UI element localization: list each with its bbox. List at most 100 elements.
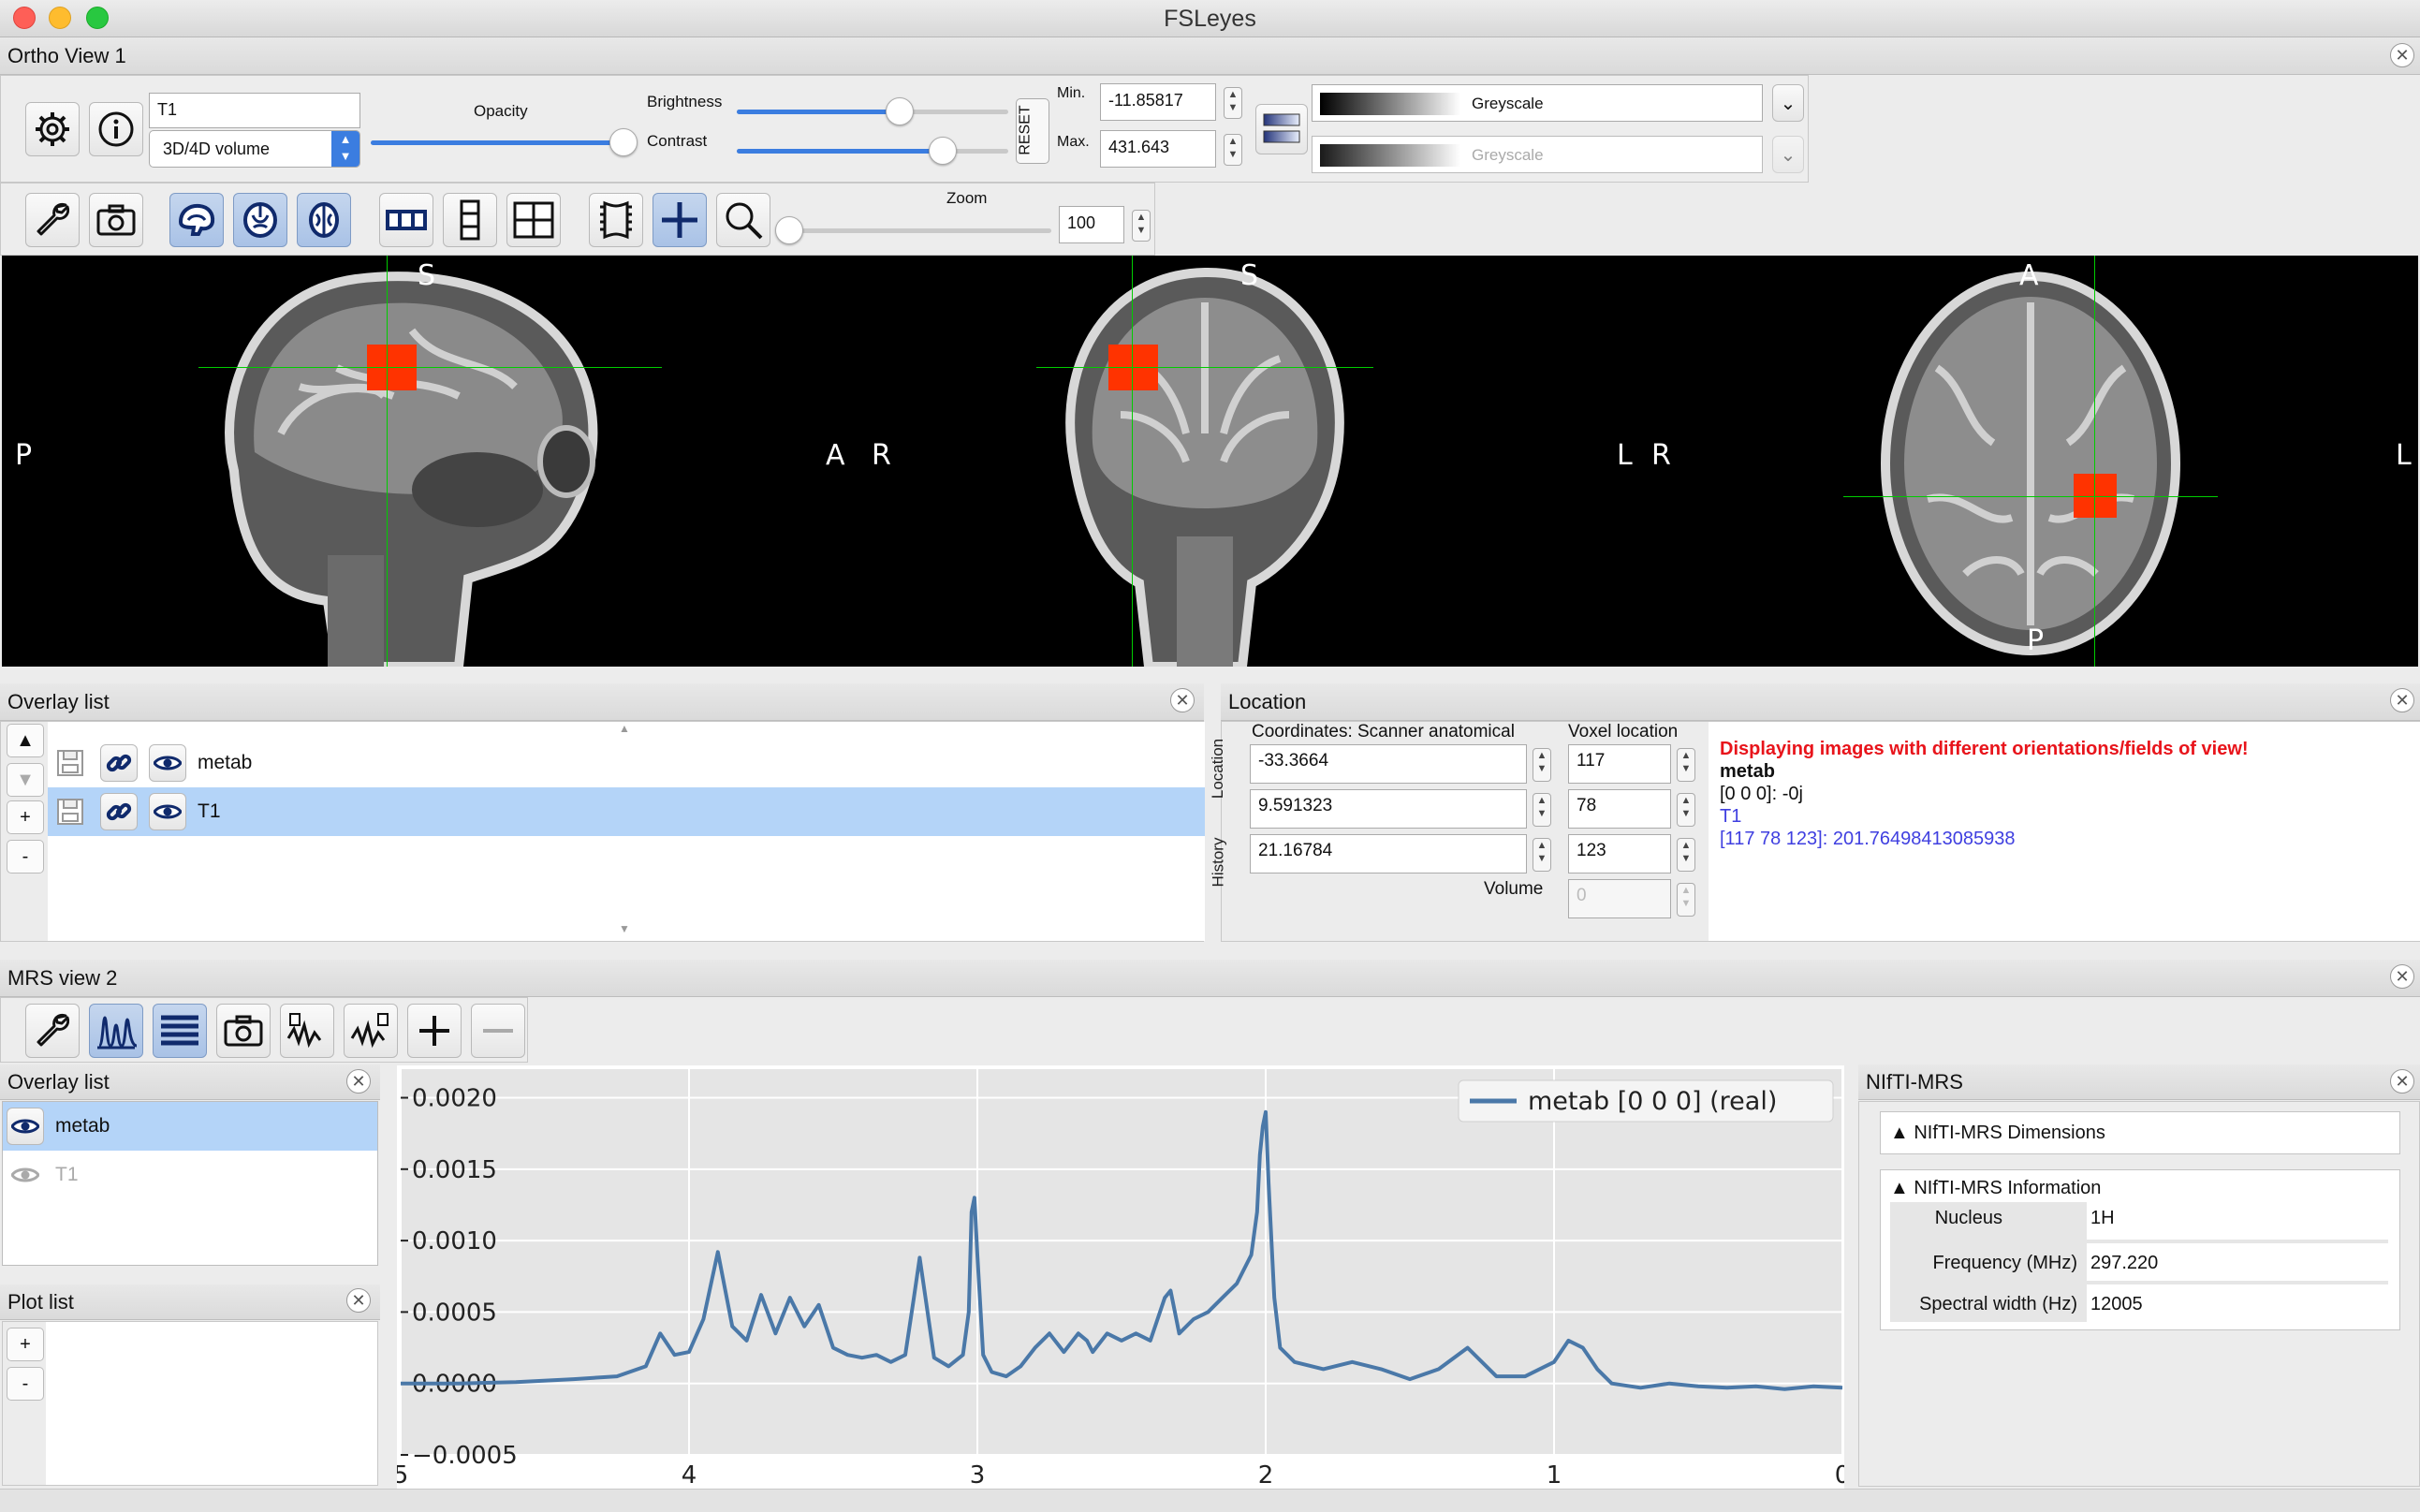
screenshot-button[interactable] [89, 193, 143, 247]
link-icon[interactable] [100, 744, 138, 782]
toggle-axial-button[interactable] [297, 193, 351, 247]
close-mrs-overlay-list-icon[interactable]: ✕ [346, 1069, 371, 1094]
plot-settings-button[interactable] [25, 1004, 80, 1058]
view-settings-button[interactable] [25, 193, 80, 247]
remove-plot-button[interactable] [471, 1004, 525, 1058]
plot-control-button[interactable] [89, 1004, 143, 1058]
display-settings-button[interactable] [25, 102, 80, 156]
grid-layout-button[interactable] [506, 193, 561, 247]
colourmap-dropdown-button[interactable]: ⌄ [1772, 84, 1804, 122]
voxel-x-stepper[interactable]: ▲ ▼ [1677, 748, 1695, 782]
brightness-slider-knob[interactable] [886, 97, 914, 125]
close-location-panel-icon[interactable]: ✕ [2390, 688, 2414, 712]
y-tick-label: 0.0020 [412, 1085, 497, 1113]
ortho-canvas[interactable]: S P A S R L A R L P [2, 256, 2418, 667]
add-plot-button[interactable] [407, 1004, 462, 1058]
plot-list-toggle-button[interactable] [153, 1004, 207, 1058]
contrast-slider-knob[interactable] [929, 137, 958, 165]
max-value-field[interactable]: 431.643 [1100, 130, 1216, 168]
zoom-stepper[interactable]: ▲ ▼ [1132, 210, 1151, 242]
coord-y-stepper[interactable]: ▲ ▼ [1533, 793, 1551, 827]
voxel-z-stepper[interactable]: ▲ ▼ [1677, 838, 1695, 872]
voxel-x-field[interactable]: 117 [1568, 744, 1671, 784]
coord-z-field[interactable]: 21.16784 [1250, 834, 1527, 873]
add-overlay-button[interactable]: + [7, 800, 44, 834]
reset-button[interactable]: RESET [1016, 98, 1049, 164]
vertical-layout-button[interactable] [443, 193, 497, 247]
plot-screenshot-button[interactable] [216, 1004, 271, 1058]
move-up-button[interactable]: ▲ [7, 724, 44, 757]
import-data-button[interactable] [344, 1004, 398, 1058]
coord-x-field[interactable]: -33.3664 [1250, 744, 1527, 784]
link-icon[interactable] [100, 793, 138, 830]
spectrum-plot[interactable]: 5 4 3 2 1 00.00200.00150.00100.00050.0000−0.0… [397, 1065, 1844, 1489]
export-data-button[interactable] [280, 1004, 334, 1058]
opacity-slider[interactable] [371, 128, 638, 156]
nifti-dimensions-header[interactable]: ▲ NIfTI-MRS Dimensions [1890, 1123, 2105, 1144]
colourmap-toggle-button[interactable] [1255, 104, 1308, 154]
coord-x-stepper[interactable]: ▲ ▼ [1533, 748, 1551, 782]
coord-y-field[interactable]: 9.591323 [1250, 789, 1527, 829]
volume-stepper[interactable]: ▲ ▼ [1677, 883, 1695, 917]
zoom-pan-button[interactable] [716, 193, 770, 247]
visibility-eye-off-icon[interactable] [7, 1156, 44, 1194]
close-nifti-mrs-panel-icon[interactable]: ✕ [2390, 1069, 2414, 1094]
list-item[interactable]: metab [48, 739, 1205, 787]
movie-mode-button[interactable] [589, 193, 643, 247]
visibility-eye-icon[interactable] [149, 793, 186, 830]
visibility-eye-icon[interactable] [149, 744, 186, 782]
close-plot-list-icon[interactable]: ✕ [346, 1288, 371, 1313]
table-row: Frequency (MHz) 297.220 [1890, 1243, 2388, 1281]
colourmap-select[interactable]: Greyscale [1312, 84, 1763, 122]
scroll-down-icon[interactable]: ▼ [619, 922, 630, 935]
brightness-slider[interactable] [737, 97, 1008, 125]
list-item[interactable]: T1 [48, 787, 1205, 836]
zoom-slider-knob[interactable] [775, 216, 803, 244]
max-stepper[interactable]: ▲ ▼ [1224, 134, 1242, 166]
axial-view[interactable]: A R L P [1598, 256, 2418, 667]
list-item[interactable]: T1 [3, 1151, 377, 1199]
toggle-coronal-button[interactable] [233, 193, 287, 247]
close-ortho-panel-icon[interactable]: ✕ [2390, 43, 2414, 67]
coronal-view[interactable]: S R L [849, 256, 1633, 667]
close-mrs-panel-icon[interactable]: ✕ [2390, 964, 2414, 989]
add-plot-list-button[interactable]: + [7, 1328, 44, 1361]
remove-overlay-button[interactable]: - [7, 840, 44, 873]
move-down-button[interactable]: ▼ [7, 763, 44, 797]
history-tab[interactable]: History [1209, 838, 1227, 888]
toggle-sagittal-button[interactable] [169, 193, 224, 247]
overlay-name-field[interactable]: T1 [149, 93, 360, 128]
negative-colourmap-select[interactable]: Greyscale [1312, 136, 1763, 173]
voxel-y-field[interactable]: 78 [1568, 789, 1671, 829]
min-stepper[interactable]: ▲ ▼ [1224, 87, 1242, 119]
overlay-info-button[interactable] [89, 102, 143, 156]
visibility-eye-icon[interactable] [7, 1108, 44, 1145]
scroll-up-icon[interactable]: ▲ [619, 722, 630, 735]
toggle-cursor-button[interactable] [653, 193, 707, 247]
min-value-field[interactable]: -11.85817 [1100, 83, 1216, 121]
zoom-value-field[interactable]: 100 [1059, 206, 1124, 243]
remove-plot-list-button[interactable]: - [7, 1367, 44, 1401]
save-icon[interactable] [51, 744, 89, 782]
unused [221, 345, 240, 363]
nifti-dimensions-section[interactable]: ▲ NIfTI-MRS Dimensions [1880, 1111, 2400, 1154]
contrast-slider[interactable] [737, 137, 1008, 165]
crosshair-plus-icon [662, 202, 697, 238]
opacity-slider-knob[interactable] [609, 128, 638, 156]
window-title: FSLeyes [1164, 6, 1256, 32]
coord-z-stepper[interactable]: ▲ ▼ [1533, 838, 1551, 872]
voxel-y-stepper[interactable]: ▲ ▼ [1677, 793, 1695, 827]
location-title: Location [1228, 690, 1307, 713]
close-overlay-list-icon[interactable]: ✕ [1170, 688, 1195, 712]
list-item[interactable]: metab [3, 1102, 377, 1151]
save-icon[interactable] [51, 793, 89, 830]
y-tick-label: −0.0005 [412, 1442, 518, 1470]
negative-colourmap-dropdown-button[interactable]: ⌄ [1772, 136, 1804, 173]
location-tab[interactable]: Location [1209, 739, 1227, 799]
horizontal-layout-button[interactable] [379, 193, 433, 247]
overlay-type-select[interactable]: 3D/4D volume ▲ ▼ [149, 130, 360, 168]
zoom-slider[interactable] [775, 216, 1051, 244]
voxel-z-field[interactable]: 123 [1568, 834, 1671, 873]
nifti-information-header[interactable]: ▲ NIfTI-MRS Information [1890, 1178, 2101, 1199]
volume-field[interactable]: 0 [1568, 879, 1671, 918]
